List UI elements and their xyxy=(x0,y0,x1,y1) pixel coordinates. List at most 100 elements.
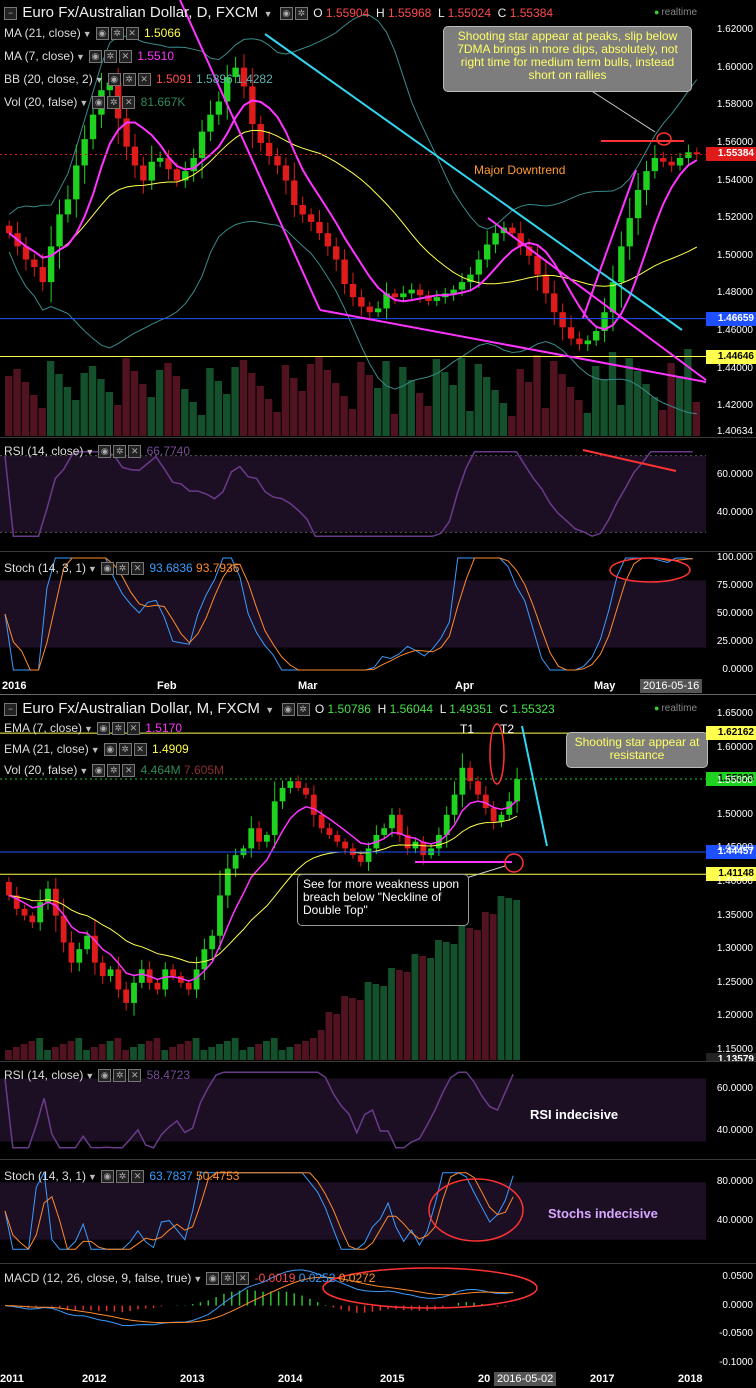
volume-bar xyxy=(424,406,432,436)
axis-tick-label: 1.48000 xyxy=(716,287,753,299)
annotation-note-neckline[interactable]: See for more weakness upon breach below … xyxy=(297,874,469,926)
volume-bar xyxy=(55,374,63,436)
monthly-macd-pane: MACD (12, 26, close, 9, false, true) ▼ ◉ ✲ ✕… xyxy=(0,1264,756,1370)
candle-body xyxy=(567,327,575,339)
candle-body xyxy=(668,161,675,166)
daily-stoch-axis[interactable]: 100.000 75.0000 50.0000 25.0000 0.0000 xyxy=(706,552,756,678)
daily-rsi-axis[interactable]: 60.0000 40.0000 xyxy=(706,438,756,550)
candle-body xyxy=(626,218,633,247)
volume-bar xyxy=(419,956,427,1060)
monthly-stoch-legend[interactable]: Stoch (14, 3, 1) ▼ ◉ ✲ ✕ 63.7837 50.4753 xyxy=(4,1169,239,1184)
daily-rsi-legend[interactable]: RSI (14, close) ▼ ◉ ✲ ✕ 66.7740 xyxy=(4,444,190,459)
pane-menu-icon[interactable]: − xyxy=(4,703,17,717)
candle-body xyxy=(416,289,424,296)
volume-bar xyxy=(281,365,290,436)
volume-bar xyxy=(114,1038,122,1060)
axis-tick-label: 0.0500 xyxy=(722,1270,753,1282)
candle-body xyxy=(307,214,315,222)
axis-tick-label: 1.40000 xyxy=(716,876,753,887)
volume-bar xyxy=(332,383,340,436)
volume-bar xyxy=(450,944,458,1060)
candle-body xyxy=(209,935,216,950)
monthly-macd-legend[interactable]: MACD (12, 26, close, 9, false, true) ▼ ◉ ✲ ✕… xyxy=(4,1271,375,1286)
study-volume[interactable]: Vol (20, false) ▼ ◉ ✲ ✕ 4.464M 7.605M xyxy=(4,763,224,778)
candle-body xyxy=(264,834,270,842)
chart-divider xyxy=(0,694,756,695)
volume-bar xyxy=(317,1030,325,1060)
t1-label: T1 xyxy=(460,722,475,736)
time-cursor-label: 2016-05-02 xyxy=(494,1372,557,1386)
volume-bar xyxy=(59,1044,67,1060)
candle-body xyxy=(299,204,306,215)
volume-bar xyxy=(466,411,474,436)
chevron-down-icon[interactable]: ▼ xyxy=(265,705,274,715)
time-axis-label: 2018 xyxy=(678,1373,703,1385)
study-volume[interactable]: Vol (20, false) ▼ ◉ ✲ ✕ 81.667K xyxy=(4,95,185,110)
volume-bar xyxy=(407,380,415,436)
study-ema7[interactable]: EMA (7, close) ▼ ◉ ✲ ✕ 1.5170 xyxy=(4,721,182,736)
eye-icon[interactable]: ◉ xyxy=(281,703,295,717)
volume-bar xyxy=(122,1050,130,1060)
monthly-macd-axis[interactable]: 0.0500 0.0000 -0.0500 -0.1000 xyxy=(706,1264,756,1370)
volume-bar xyxy=(147,397,155,436)
volume-bar xyxy=(270,1038,278,1060)
volume-bar xyxy=(97,379,105,436)
stoch-comment: Stochs indecisive xyxy=(548,1206,658,1221)
axis-tick-label: 1.50000 xyxy=(716,808,753,820)
candle-body xyxy=(162,969,169,990)
annotation-note-daily[interactable]: Shooting star appear at peaks, slip belo… xyxy=(443,26,692,92)
volume-bar xyxy=(189,402,197,436)
candle-body xyxy=(47,246,55,283)
candle-body xyxy=(73,165,80,200)
volume-bar xyxy=(208,1047,216,1060)
annotation-note-resistance[interactable]: Shooting star appear at resistance xyxy=(566,732,708,768)
axis-tick-label: -0.1000 xyxy=(719,1357,753,1369)
volume-bar xyxy=(399,367,407,436)
daily-price-axis[interactable]: 1.55384 1.46659 1.44646 1.62000 1.60000 1.580… xyxy=(706,0,756,437)
daily-time-axis[interactable]: 2016 Feb Mar Apr May 2016-05-16 xyxy=(0,679,706,693)
volume-bar xyxy=(298,391,306,436)
volume-bar xyxy=(161,1050,169,1060)
volume-bar xyxy=(491,390,499,436)
axis-tick-label: 100.000 xyxy=(716,552,753,563)
volume-bar xyxy=(13,369,21,436)
gear-icon[interactable]: ✲ xyxy=(296,703,310,717)
candle-body xyxy=(60,915,67,943)
candle-body xyxy=(154,982,161,990)
volume-bar xyxy=(458,926,466,1060)
monthly-stoch-axis[interactable]: 80.0000 40.0000 xyxy=(706,1160,756,1262)
gear-icon[interactable]: ✲ xyxy=(294,7,308,21)
study-ma21[interactable]: MA (21, close) ▼ ◉ ✲ ✕ 1.5066 xyxy=(4,26,181,41)
study-bb[interactable]: BB (20, close, 2) ▼ ◉ ✲ ✕ 1.5091 1.5896 1.42… xyxy=(4,72,273,87)
volume-bar xyxy=(122,358,130,436)
candle-body xyxy=(660,157,667,162)
candle-body xyxy=(341,259,348,285)
volume-bar xyxy=(489,914,497,1060)
time-axis-label: 2017 xyxy=(590,1373,615,1385)
monthly-stoch-pane: Stoch (14, 3, 1) ▼ ◉ ✲ ✕ 63.7837 50.4753 Sto… xyxy=(0,1160,756,1262)
volume-bar xyxy=(558,374,566,436)
candle-body xyxy=(138,969,145,983)
volume-bar xyxy=(499,403,508,436)
volume-bar xyxy=(278,1050,286,1060)
ma21-line xyxy=(8,129,698,287)
axis-tick-label: 1.46000 xyxy=(716,325,753,337)
monthly-rsi-axis[interactable]: 60.0000 40.0000 xyxy=(706,1062,756,1158)
monthly-price-axis[interactable]: 1.62162 1.55323 1.44457 1.41148 1.13579 1.650… xyxy=(706,696,756,1067)
volume-bar xyxy=(75,1038,83,1060)
axis-tick-label: 1.25000 xyxy=(716,976,753,988)
monthly-time-axis[interactable]: 2011 2012 2013 2014 2015 20 2017 2018 2016-05-02 xyxy=(0,1372,706,1386)
study-ema21[interactable]: EMA (21, close) ▼ ◉ ✲ ✕ 1.4909 xyxy=(4,742,189,757)
study-ma7[interactable]: MA (7, close) ▼ ◉ ✲ ✕ 1.5510 xyxy=(4,49,174,64)
candle-body xyxy=(148,161,155,181)
volume-bar xyxy=(231,367,239,436)
chevron-down-icon[interactable]: ▼ xyxy=(264,9,273,19)
eye-icon[interactable]: ◉ xyxy=(279,7,293,21)
pane-menu-icon[interactable]: − xyxy=(4,7,17,21)
candle-body xyxy=(198,131,206,158)
candle-body xyxy=(21,908,28,916)
daily-stoch-legend[interactable]: Stoch (14, 3, 1) ▼ ◉ ✲ ✕ 93.6836 93.7936 xyxy=(4,561,239,576)
volume-bar xyxy=(255,1044,262,1060)
monthly-rsi-legend[interactable]: RSI (14, close) ▼ ◉ ✲ ✕ 58.4723 xyxy=(4,1068,190,1083)
volume-bar xyxy=(306,364,315,436)
